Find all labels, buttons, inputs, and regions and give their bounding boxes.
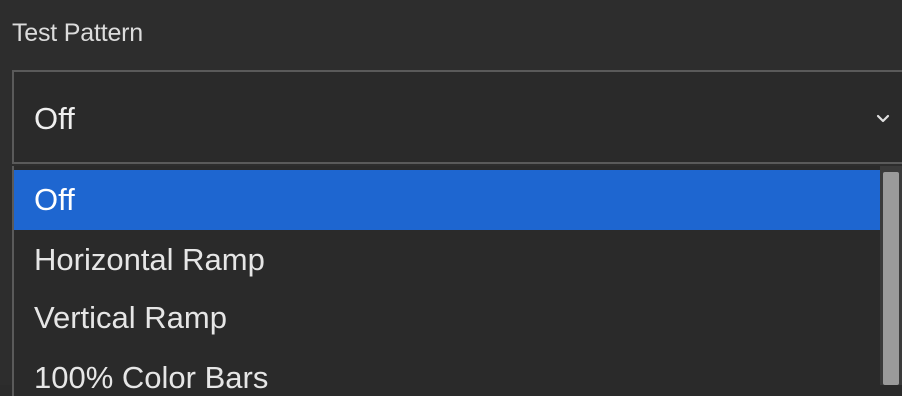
select-current-value: Off (34, 101, 75, 136)
chevron-down-icon (876, 114, 890, 123)
option-vertical-ramp[interactable]: Vertical Ramp (14, 288, 882, 348)
test-pattern-select[interactable]: Off (12, 70, 902, 164)
option-off[interactable]: Off (14, 170, 882, 230)
test-pattern-panel: Test Pattern Off Off Horizontal Ramp Ver… (0, 0, 902, 396)
option-100-color-bars[interactable]: 100% Color Bars (14, 348, 882, 396)
test-pattern-label: Test Pattern (12, 19, 143, 47)
scrollbar-thumb[interactable] (883, 172, 899, 385)
dropdown-scrollbar[interactable] (880, 166, 902, 385)
test-pattern-options-list: Off Horizontal Ramp Vertical Ramp 100% C… (12, 166, 902, 396)
option-horizontal-ramp[interactable]: Horizontal Ramp (14, 230, 882, 290)
